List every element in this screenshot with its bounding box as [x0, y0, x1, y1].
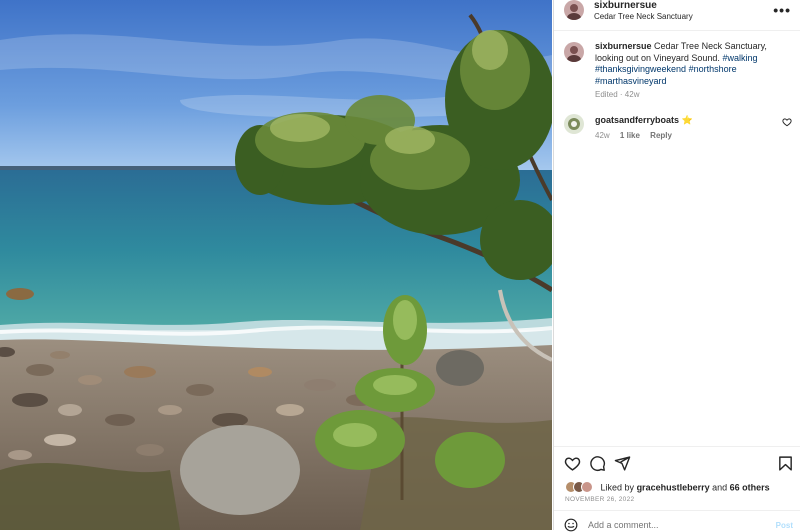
share-icon[interactable]: [614, 455, 631, 472]
liked-by-avatars[interactable]: [565, 481, 595, 495]
comment-input[interactable]: [588, 520, 758, 530]
hashtag-thanksgivingweekend[interactable]: #thanksgivingweekend: [595, 64, 686, 74]
comment-heart-icon[interactable]: [782, 117, 792, 127]
comment-age: 42w: [595, 131, 610, 140]
comment-username[interactable]: goatsandferryboats: [595, 115, 679, 125]
post-date[interactable]: NOVEMBER 26, 2022: [565, 496, 634, 503]
likes-prefix: Liked by: [600, 482, 635, 493]
likes-and: and: [712, 482, 728, 493]
commenter-avatar[interactable]: [564, 114, 584, 134]
hashtag-walking[interactable]: #walking: [722, 53, 757, 63]
caption-username[interactable]: sixburnersue: [595, 41, 652, 51]
comment-row: goatsandferryboats ⭐: [595, 115, 693, 126]
comment-reply-button[interactable]: Reply: [650, 131, 672, 140]
comment-text: ⭐: [681, 115, 693, 125]
caption-avatar[interactable]: [564, 42, 584, 62]
post-header: sixburnersue Cedar Tree Neck Sanctuary •…: [554, 0, 800, 30]
hashtag-northshore[interactable]: #northshore: [689, 64, 737, 74]
more-horizontal-icon[interactable]: •••: [773, 2, 791, 18]
comment-meta: 42w 1 like Reply: [595, 131, 680, 140]
action-bar: [564, 455, 794, 473]
post-caption: sixburnersue Cedar Tree Neck Sanctuary, …: [595, 41, 795, 87]
photo-scene: [0, 0, 552, 530]
bookmark-icon[interactable]: [777, 455, 794, 472]
post-photo[interactable]: [0, 0, 552, 530]
author-username[interactable]: sixburnersue: [594, 0, 657, 11]
author-avatar[interactable]: [564, 0, 584, 20]
post-side-panel: sixburnersue Cedar Tree Neck Sanctuary •…: [553, 0, 800, 532]
liked-by-others[interactable]: 66 others: [730, 482, 770, 492]
actions-divider: [554, 446, 800, 447]
comment-divider: [554, 510, 800, 511]
header-divider: [554, 30, 800, 31]
likes-summary: Liked by gracehustleberry and 66 others: [565, 481, 770, 495]
comment-icon[interactable]: [589, 455, 606, 472]
hashtag-marthasvineyard[interactable]: #marthasvineyard: [595, 76, 667, 86]
comment-likes[interactable]: 1 like: [620, 131, 640, 140]
liked-by-user[interactable]: gracehustleberry: [637, 482, 710, 492]
heart-icon[interactable]: [564, 455, 581, 472]
caption-edited: Edited · 42w: [595, 90, 640, 99]
post-location[interactable]: Cedar Tree Neck Sanctuary: [594, 12, 693, 21]
post-comment-button[interactable]: Post: [776, 521, 793, 530]
add-comment-row: Post: [554, 512, 800, 532]
